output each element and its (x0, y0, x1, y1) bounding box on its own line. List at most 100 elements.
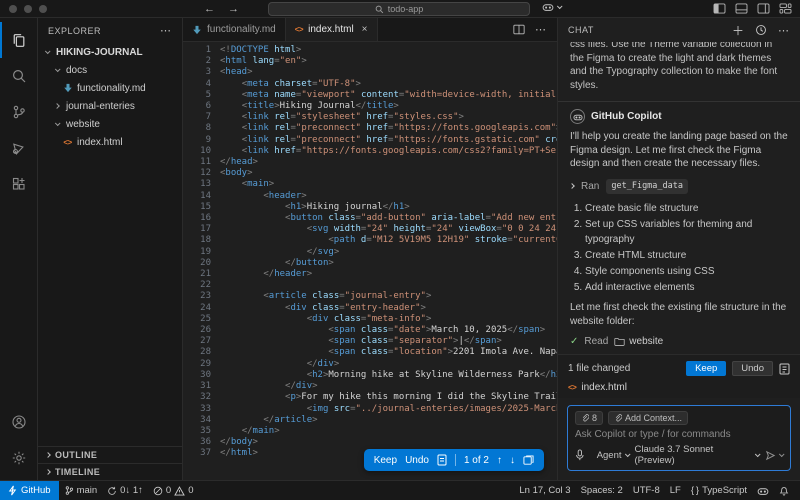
send-icon[interactable] (765, 450, 776, 461)
diff-file-icon[interactable] (437, 454, 447, 466)
code-line: 31 </div> (183, 381, 557, 392)
new-chat-icon[interactable]: ＋ (732, 22, 744, 39)
back-button[interactable]: ← (204, 3, 215, 15)
chat-input-box[interactable]: 8 Add Context... Agent (567, 405, 791, 471)
toggle-secondary-sidebar-icon[interactable] (757, 3, 770, 14)
outline-section[interactable]: OUTLINE (38, 446, 182, 463)
changed-file-row[interactable]: <> index.html (568, 382, 790, 393)
tab-functionality-md[interactable]: functionality.md (183, 18, 286, 41)
undo-all-button[interactable]: Undo (732, 361, 773, 376)
model-label: Claude 3.7 Sonnet (Preview) (635, 444, 753, 466)
code-line: 13 <main> (183, 179, 557, 190)
tree-item-index-html[interactable]: <>index.html (38, 133, 182, 151)
plan-step: Style components using CSS (585, 265, 788, 280)
warnings-count: 0 (188, 485, 193, 496)
settings-gear-icon[interactable] (0, 440, 38, 476)
encoding-setting[interactable]: UTF-8 (628, 485, 665, 496)
tool-run-row[interactable]: Ran get_Figma_data (570, 179, 788, 195)
tree-item-functionality-md[interactable]: functionality.md (38, 79, 182, 97)
source-control-icon[interactable] (0, 94, 38, 130)
previous-change-icon[interactable]: ↑ (497, 455, 502, 466)
chevron-right-icon (569, 183, 575, 189)
check-structure-text: Let me first check the existing file str… (570, 301, 788, 328)
divider (455, 454, 456, 466)
problems-indicator[interactable]: 0 0 (148, 485, 199, 496)
view-diff-icon[interactable] (779, 363, 790, 375)
tree-item-journal-enteries[interactable]: journal-enteries (38, 97, 182, 115)
model-picker[interactable]: Claude 3.7 Sonnet (Preview) (635, 444, 759, 466)
open-diff-icon[interactable] (523, 455, 534, 466)
extensions-icon[interactable] (0, 166, 38, 202)
copilot-status[interactable] (752, 486, 774, 496)
cursor-position[interactable]: Ln 17, Col 3 (514, 485, 575, 496)
split-editor-icon[interactable] (513, 24, 525, 35)
mode-picker[interactable]: Agent (597, 450, 629, 461)
git-branch-icon (64, 485, 74, 496)
tab-index-html[interactable]: <> index.html × (286, 18, 378, 41)
add-context-chip[interactable]: Add Context... (608, 411, 688, 425)
run-debug-icon[interactable] (0, 130, 38, 166)
explorer-more-actions-icon[interactable]: ⋯ (160, 24, 172, 37)
code-line: 6 <title>Hiking Journal</title> (183, 101, 557, 112)
timeline-section[interactable]: TIMELINE (38, 463, 182, 480)
read-target: website (629, 335, 663, 349)
minimize-window-icon[interactable] (24, 5, 32, 13)
window-controls[interactable] (9, 5, 47, 13)
remote-indicator[interactable]: GitHub (0, 481, 59, 500)
code-line: 32 <p>For my hike this morning I did the… (183, 392, 557, 403)
read-label: Read (584, 335, 608, 349)
paperclip-icon (614, 414, 622, 423)
microphone-icon[interactable] (575, 449, 585, 461)
assistant-intro: I'll help you create the landing page ba… (570, 130, 788, 171)
chevron-down-icon (557, 3, 563, 9)
explorer-icon[interactable] (0, 22, 38, 58)
tree-item-hiking-journal[interactable]: HIKING-JOURNAL (38, 43, 182, 61)
close-window-icon[interactable] (9, 5, 17, 13)
assistant-header: GitHub Copilot (570, 109, 788, 124)
code-line: 26 <span class="date">March 10, 2025</sp… (183, 325, 557, 336)
changes-summary: 1 file changed (568, 363, 630, 374)
chat-prompt-input[interactable] (575, 429, 783, 440)
keep-button[interactable]: Keep (374, 455, 397, 466)
branch-label: main (77, 485, 98, 496)
tree-item-label: website (66, 119, 100, 130)
undo-button[interactable]: Undo (405, 455, 429, 466)
command-center-search[interactable]: todo-app (268, 2, 530, 16)
forward-button[interactable]: → (228, 3, 239, 15)
account-icon[interactable] (0, 404, 38, 440)
notifications-bell[interactable] (774, 485, 794, 496)
activity-bar (0, 18, 38, 480)
attachment-count-chip[interactable]: 8 (575, 411, 603, 425)
code-line: 36</body> (183, 437, 557, 448)
next-change-icon[interactable]: ↓ (510, 455, 515, 466)
branch-indicator[interactable]: main (59, 485, 103, 496)
html-file-icon: <> (568, 383, 576, 392)
folder-icon (614, 337, 625, 346)
chat-history-icon[interactable] (755, 24, 767, 36)
customize-layout-icon[interactable] (779, 3, 792, 14)
chat-more-actions-icon[interactable]: ⋯ (778, 24, 790, 37)
maximize-window-icon[interactable] (39, 5, 47, 13)
markdown-file-icon (192, 25, 202, 35)
tree-item-website[interactable]: website (38, 115, 182, 133)
indentation-setting[interactable]: Spaces: 2 (576, 485, 628, 496)
keep-all-button[interactable]: Keep (686, 361, 726, 376)
ran-label: Ran (581, 180, 599, 194)
eol-setting[interactable]: LF (665, 485, 686, 496)
code-editor[interactable]: 1<!DOCTYPE html>2<html lang="en">3<head>… (183, 42, 557, 480)
close-tab-icon[interactable]: × (362, 24, 368, 35)
code-line: 17 <svg width="24" height="24" viewBox="… (183, 224, 557, 235)
read-action-row[interactable]: ✓ Read website (570, 335, 788, 349)
copilot-chat-panel: CHAT ＋ ⋯ css files. Use the Theme variab… (557, 18, 800, 480)
toggle-primary-sidebar-icon[interactable] (713, 3, 726, 14)
code-line: 3<head> (183, 67, 557, 78)
sync-indicator[interactable]: 0↓ 1↑ (102, 485, 148, 496)
editor-more-actions-icon[interactable]: ⋯ (535, 23, 547, 36)
tree-item-docs[interactable]: docs (38, 61, 182, 79)
code-line: 8 <link rel="preconnect" href="https://f… (183, 123, 557, 134)
toggle-panel-icon[interactable] (735, 3, 748, 14)
copilot-menu-button[interactable] (542, 2, 561, 12)
language-mode[interactable]: { } TypeScript (686, 485, 752, 496)
search-view-icon[interactable] (0, 58, 38, 94)
code-line: 24 <div class="entry-header"> (183, 303, 557, 314)
